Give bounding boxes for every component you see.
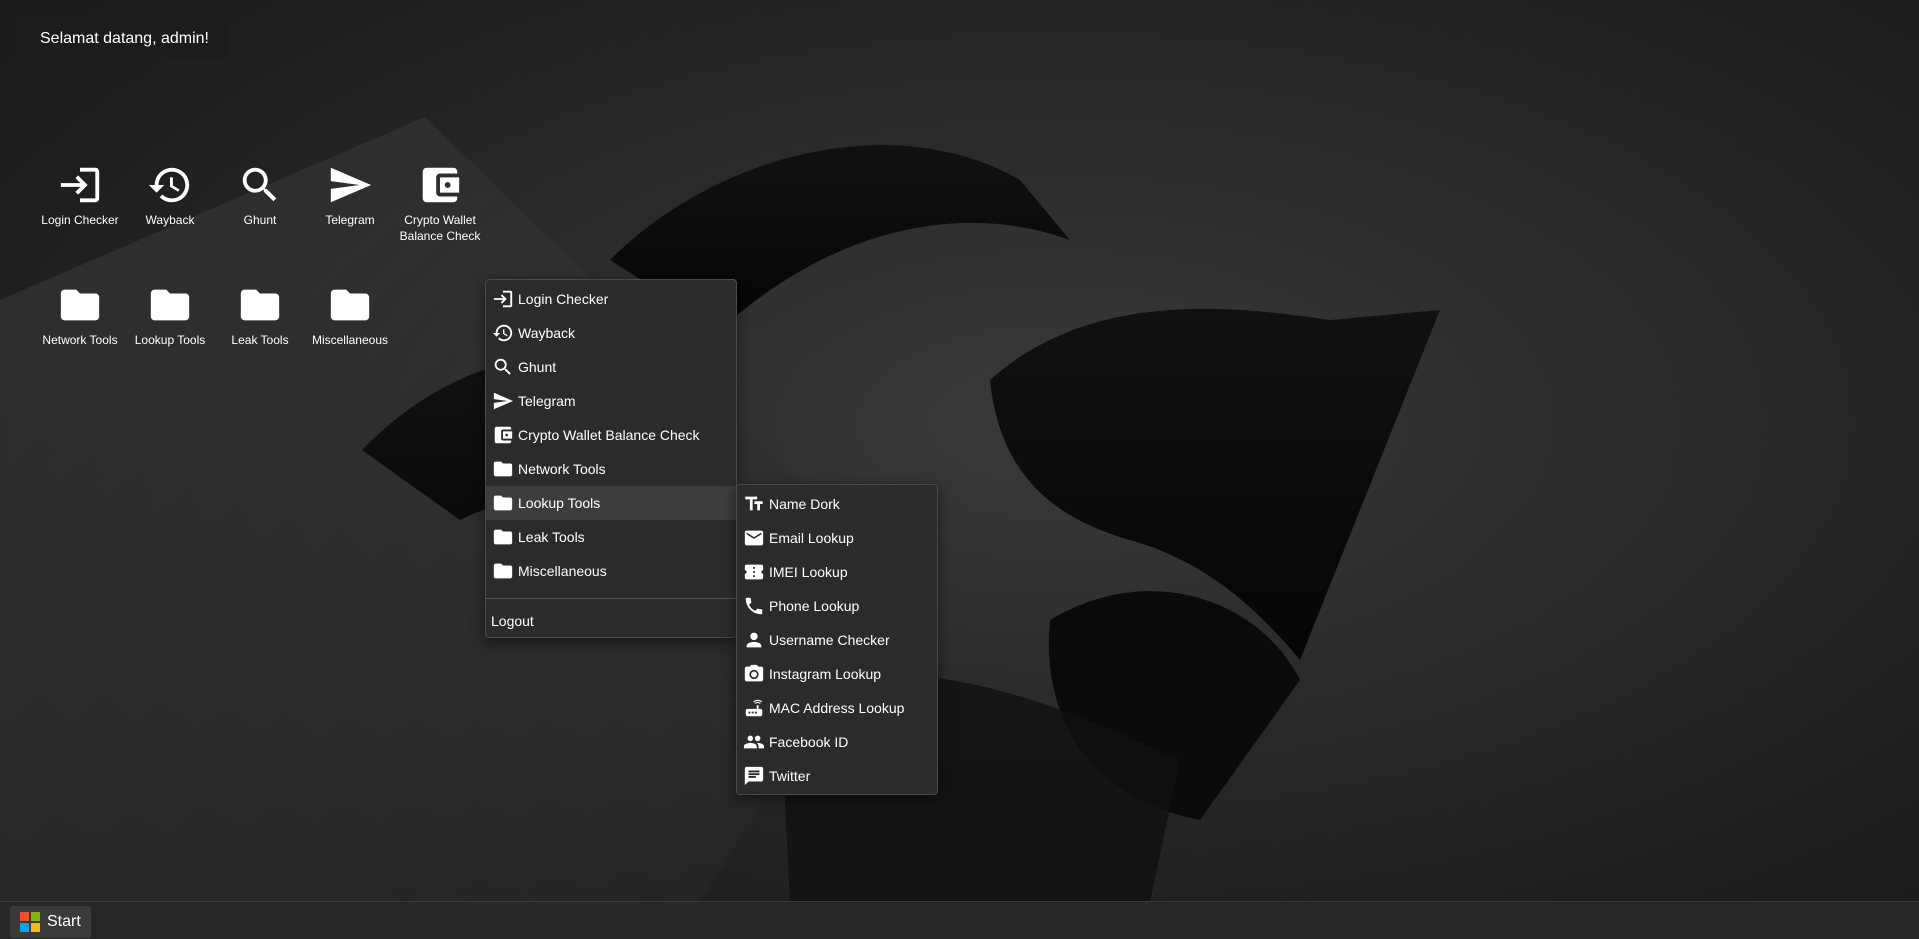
router-icon — [743, 697, 765, 719]
menu-item-label: Crypto Wallet Balance Check — [518, 427, 700, 443]
send-icon — [492, 390, 514, 412]
history-icon — [492, 322, 514, 344]
submenu-item-label: Instagram Lookup — [769, 666, 882, 682]
folder-icon — [57, 282, 103, 328]
folder-icon — [237, 282, 283, 328]
menu-item-label: Miscellaneous — [518, 563, 607, 579]
desktop-icon-leak-tools[interactable]: Leak Tools — [215, 282, 305, 348]
menu-item-ghunt[interactable]: Ghunt — [486, 350, 736, 384]
desktop-icon-label: Telegram — [325, 213, 375, 227]
text-fields-icon — [743, 493, 765, 515]
submenu-item-phone-lookup[interactable]: Phone Lookup — [737, 589, 937, 623]
desktop-icon-label: Crypto Wallet Balance Check — [399, 213, 481, 243]
folder-icon — [492, 526, 514, 548]
folder-icon — [492, 492, 514, 514]
desktop-icon-label: Network Tools — [42, 333, 118, 347]
email-icon — [743, 527, 765, 549]
chat-icon — [743, 765, 765, 787]
desktop-icon-crypto-wallet[interactable]: Crypto Wallet Balance Check — [395, 162, 485, 244]
desktop-wallpaper — [0, 117, 1440, 902]
desktop-icon-ghunt[interactable]: Ghunt — [215, 162, 305, 228]
history-icon — [147, 162, 193, 208]
menu-item-lookup-tools[interactable]: Lookup Tools — [486, 486, 736, 520]
menu-item-label: Login Checker — [518, 291, 609, 307]
submenu-item-imei-lookup[interactable]: IMEI Lookup — [737, 555, 937, 589]
wallet-icon — [492, 424, 514, 446]
submenu-item-label: Username Checker — [769, 632, 890, 648]
phone-icon — [743, 595, 765, 617]
wallet-icon — [417, 162, 463, 208]
lookup-tools-submenu: Name Dork Email Lookup IMEI Lookup Phone… — [736, 484, 938, 795]
camera-icon — [743, 663, 765, 685]
search-icon — [492, 356, 514, 378]
menu-item-login-checker[interactable]: Login Checker — [486, 282, 736, 316]
menu-item-label: Network Tools — [518, 461, 606, 477]
submenu-item-facebook-id[interactable]: Facebook ID — [737, 725, 937, 759]
submenu-item-username-checker[interactable]: Username Checker — [737, 623, 937, 657]
desktop-icon-wayback[interactable]: Wayback — [125, 162, 215, 228]
desktop-icon-label: Wayback — [145, 213, 195, 227]
desktop-icon-login-checker[interactable]: Login Checker — [35, 162, 125, 228]
submenu-item-instagram-lookup[interactable]: Instagram Lookup — [737, 657, 937, 691]
menu-divider — [486, 598, 736, 599]
send-icon — [327, 162, 373, 208]
submenu-item-name-dork[interactable]: Name Dork — [737, 487, 937, 521]
submenu-item-label: Twitter — [769, 768, 811, 784]
context-menu: Login Checker Wayback Ghunt Telegram Cry… — [485, 279, 737, 638]
menu-item-network-tools[interactable]: Network Tools — [486, 452, 736, 486]
people-icon — [743, 731, 765, 753]
sim-card-icon — [743, 561, 765, 583]
submenu-item-mac-address-lookup[interactable]: MAC Address Lookup — [737, 691, 937, 725]
submenu-item-label: Name Dork — [769, 496, 840, 512]
desktop-icon-lookup-tools[interactable]: Lookup Tools — [125, 282, 215, 348]
desktop-icon-network-tools[interactable]: Network Tools — [35, 282, 125, 348]
menu-item-label: Telegram — [518, 393, 576, 409]
submenu-item-label: IMEI Lookup — [769, 564, 848, 580]
folder-icon — [327, 282, 373, 328]
folder-icon — [492, 458, 514, 480]
windows-logo-icon — [20, 912, 40, 932]
search-icon — [237, 162, 283, 208]
person-icon — [743, 629, 765, 651]
logout-button[interactable]: Logout — [486, 605, 736, 637]
taskbar: Start — [0, 901, 1919, 939]
menu-item-label: Leak Tools — [518, 529, 585, 545]
welcome-banner: Selamat datang, admin! — [20, 19, 229, 59]
start-label: Start — [47, 913, 81, 930]
menu-item-leak-tools[interactable]: Leak Tools — [486, 520, 736, 554]
desktop-icon-label: Ghunt — [243, 213, 277, 227]
desktop-icon-miscellaneous[interactable]: Miscellaneous — [305, 282, 395, 348]
menu-item-label: Wayback — [518, 325, 576, 341]
menu-item-label: Lookup Tools — [518, 495, 601, 511]
submenu-item-label: Email Lookup — [769, 530, 854, 546]
start-button[interactable]: Start — [10, 906, 91, 938]
submenu-item-label: Facebook ID — [769, 734, 849, 750]
menu-item-label: Ghunt — [518, 359, 557, 375]
logout-label: Logout — [491, 613, 534, 629]
menu-item-wayback[interactable]: Wayback — [486, 316, 736, 350]
desktop-icon-label: Login Checker — [41, 213, 119, 227]
desktop-icon-label: Miscellaneous — [311, 333, 389, 347]
desktop-icon-label: Lookup Tools — [134, 333, 206, 347]
menu-item-miscellaneous[interactable]: Miscellaneous — [486, 554, 736, 588]
login-icon — [492, 288, 514, 310]
login-icon — [57, 162, 103, 208]
folder-icon — [147, 282, 193, 328]
folder-icon — [492, 560, 514, 582]
submenu-item-label: MAC Address Lookup — [769, 700, 905, 716]
submenu-item-email-lookup[interactable]: Email Lookup — [737, 521, 937, 555]
submenu-item-label: Phone Lookup — [769, 598, 860, 614]
submenu-item-twitter[interactable]: Twitter — [737, 759, 937, 793]
desktop-icon-telegram[interactable]: Telegram — [305, 162, 395, 228]
menu-item-crypto-wallet[interactable]: Crypto Wallet Balance Check — [486, 418, 736, 452]
desktop-icon-label: Leak Tools — [231, 333, 289, 347]
menu-item-telegram[interactable]: Telegram — [486, 384, 736, 418]
